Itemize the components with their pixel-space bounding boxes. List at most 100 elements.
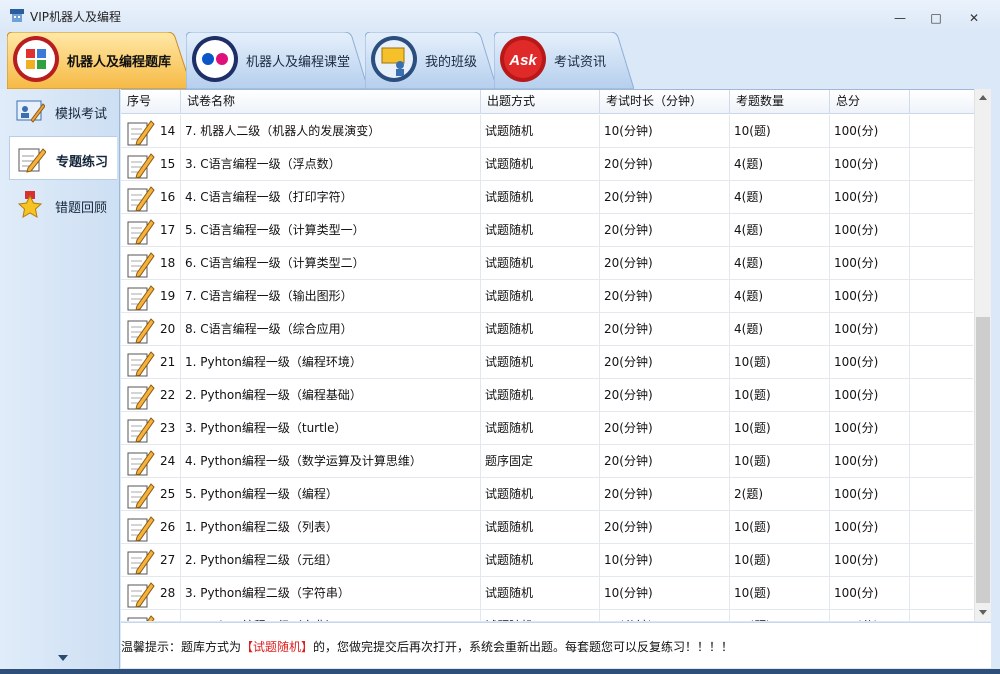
practice-pencil-icon[interactable] bbox=[125, 546, 155, 576]
scroll-up-arrow-icon[interactable] bbox=[979, 95, 987, 100]
cell-duration: 20(分钟) bbox=[600, 280, 730, 313]
seq-number: 17 bbox=[160, 223, 176, 237]
column-header-name[interactable]: 试卷名称 bbox=[181, 90, 481, 114]
cell-count: 4(题) bbox=[730, 148, 830, 181]
cell-seq: 18 bbox=[121, 247, 181, 280]
tip-bar: 温馨提示：题库方式为【试题随机】的，您做完提交后再次打开，系统会重新出题。每套题… bbox=[121, 622, 991, 668]
cell-score: 100(分) bbox=[830, 445, 910, 478]
table-row[interactable]: 27 2. Python编程二级（元组） 试题随机 10(分钟) 10(题) 100(分) bbox=[121, 544, 973, 577]
sidebar-item-label: 模拟考试 bbox=[55, 107, 108, 122]
tab-my-class[interactable]: 我的班级 bbox=[365, 32, 497, 89]
seq-number: 27 bbox=[160, 553, 176, 567]
table-row[interactable]: 24 4. Python编程一级（数学运算及计算思维） 题序固定 20(分钟) 10(题… bbox=[121, 445, 973, 478]
cell-count: 10(题) bbox=[730, 511, 830, 544]
cell-mode: 题序固定 bbox=[481, 445, 600, 478]
cell-seq: 20 bbox=[121, 313, 181, 346]
cell-mode: 试题随机 bbox=[481, 181, 600, 214]
practice-pencil-icon[interactable] bbox=[125, 513, 155, 543]
column-header-duration[interactable]: 考试时长（分钟） bbox=[600, 90, 730, 114]
cell-score: 100(分) bbox=[830, 214, 910, 247]
column-header-seq[interactable]: 序号 bbox=[121, 90, 181, 114]
table-row[interactable]: 14 7. 机器人二级（机器人的发展演变） 试题随机 10(分钟) 10(题) 100(分… bbox=[121, 115, 973, 148]
cell-name: 7. 机器人二级（机器人的发展演变） bbox=[181, 115, 481, 148]
sidebar-item-wrong-review[interactable]: 错题回顾 bbox=[9, 183, 117, 227]
cell-duration: 20(分钟) bbox=[600, 148, 730, 181]
cell-mode: 试题随机 bbox=[481, 610, 600, 621]
flickr-dots-icon bbox=[192, 36, 238, 82]
cell-mode: 试题随机 bbox=[481, 346, 600, 379]
scroll-down-arrow-icon[interactable] bbox=[979, 610, 987, 615]
pencil-note-icon bbox=[18, 148, 46, 173]
cell-duration: 20(分钟) bbox=[600, 313, 730, 346]
maximize-button[interactable]: □ bbox=[928, 10, 944, 26]
cell-mode: 试题随机 bbox=[481, 544, 600, 577]
cell-seq: 27 bbox=[121, 544, 181, 577]
cell-name: 1. Pyhton编程一级（编程环境） bbox=[181, 346, 481, 379]
vertical-scrollbar[interactable] bbox=[974, 89, 991, 621]
table-row[interactable]: 29 4. Python编程二级（字典）试题随机10(分钟)10(题)100(分) bbox=[121, 610, 973, 621]
cell-seq: 22 bbox=[121, 379, 181, 412]
practice-pencil-icon[interactable] bbox=[125, 315, 155, 345]
cell-name: 5. Python编程一级（编程） bbox=[181, 478, 481, 511]
table-row[interactable]: 15 3. C语言编程一级（浮点数） 试题随机 20(分钟) 4(题) 100(分) bbox=[121, 148, 973, 181]
sidebar-item-mock-exam[interactable]: 模拟考试 bbox=[9, 89, 117, 133]
practice-pencil-icon[interactable] bbox=[125, 183, 155, 213]
column-header-score[interactable]: 总分 bbox=[830, 90, 910, 114]
practice-pencil-icon[interactable] bbox=[125, 216, 155, 246]
cell-count: 4(题) bbox=[730, 247, 830, 280]
practice-pencil-icon[interactable] bbox=[125, 447, 155, 477]
cell-count: 4(题) bbox=[730, 214, 830, 247]
practice-pencil-icon[interactable] bbox=[125, 579, 155, 609]
table-row[interactable]: 22 2. Python编程一级（编程基础） 试题随机 20(分钟) 10(题) 100(… bbox=[121, 379, 973, 412]
column-header-count[interactable]: 考题数量 bbox=[730, 90, 830, 114]
cell-name: 3. Python编程二级（字符串） bbox=[181, 577, 481, 610]
practice-pencil-icon[interactable] bbox=[125, 348, 155, 378]
table-row[interactable]: 19 7. C语言编程一级（输出图形） 试题随机 20(分钟) 4(题) 100(分) bbox=[121, 280, 973, 313]
tab-label: 机器人及编程题库 bbox=[67, 55, 172, 70]
table-row[interactable]: 28 3. Python编程二级（字符串） 试题随机 10(分钟) 10(题) 100(分… bbox=[121, 577, 973, 610]
sidebar-item-topic-practice[interactable]: 专题练习 bbox=[9, 136, 117, 180]
scrollbar-thumb[interactable] bbox=[976, 317, 990, 603]
table-row[interactable]: 16 4. C语言编程一级（打印字符） 试题随机 20(分钟) 4(题) 100(分) bbox=[121, 181, 973, 214]
practice-pencil-icon[interactable] bbox=[125, 612, 155, 621]
minimize-button[interactable]: — bbox=[892, 10, 908, 26]
cell-duration: 20(分钟) bbox=[600, 214, 730, 247]
seq-number: 14 bbox=[160, 124, 176, 138]
practice-pencil-icon[interactable] bbox=[125, 381, 155, 411]
table-row[interactable]: 25 5. Python编程一级（编程） 试题随机 20(分钟) 2(题) 100(分) bbox=[121, 478, 973, 511]
table-row[interactable]: 23 3. Python编程一级（turtle） 试题随机 20(分钟) 10(题) 10… bbox=[121, 412, 973, 445]
cell-seq: 29 bbox=[121, 610, 181, 621]
tab-classroom[interactable]: 机器人及编程课堂 bbox=[186, 32, 368, 89]
practice-pencil-icon[interactable] bbox=[125, 282, 155, 312]
cell-count: 10(题) bbox=[730, 445, 830, 478]
table-row[interactable]: 17 5. C语言编程一级（计算类型一） 试题随机 20(分钟) 4(题) 100(分) bbox=[121, 214, 973, 247]
cell-duration: 20(分钟) bbox=[600, 445, 730, 478]
practice-pencil-icon[interactable] bbox=[125, 249, 155, 279]
practice-pencil-icon[interactable] bbox=[125, 150, 155, 180]
table-row[interactable]: 26 1. Python编程二级（列表） 试题随机 20(分钟) 10(题) 100(分) bbox=[121, 511, 973, 544]
cell-count: 10(题) bbox=[730, 610, 830, 621]
tab-question-bank[interactable]: 机器人及编程题库 bbox=[7, 32, 192, 89]
cell-seq: 21 bbox=[121, 346, 181, 379]
cell-duration: 20(分钟) bbox=[600, 181, 730, 214]
scroll-down-arrow-icon[interactable] bbox=[58, 655, 68, 661]
cell-mode: 试题随机 bbox=[481, 313, 600, 346]
cell-score: 100(分) bbox=[830, 148, 910, 181]
table-row[interactable]: 18 6. C语言编程一级（计算类型二） 试题随机 20(分钟) 4(题) 100(分) bbox=[121, 247, 973, 280]
cell-mode: 试题随机 bbox=[481, 148, 600, 181]
svg-text:Ask: Ask bbox=[508, 52, 537, 69]
tab-exam-news[interactable]: Ask 考试资讯 bbox=[494, 32, 634, 89]
cell-score: 100(分) bbox=[830, 412, 910, 445]
practice-pencil-icon[interactable] bbox=[125, 117, 155, 147]
cell-score: 100(分) bbox=[830, 511, 910, 544]
practice-pencil-icon[interactable] bbox=[125, 414, 155, 444]
close-button[interactable]: ✕ bbox=[966, 10, 982, 26]
cell-mode: 试题随机 bbox=[481, 577, 600, 610]
table-row[interactable]: 21 1. Pyhton编程一级（编程环境） 试题随机 20(分钟) 10(题) 100(… bbox=[121, 346, 973, 379]
cell-mode: 试题随机 bbox=[481, 115, 600, 148]
cell-duration: 20(分钟) bbox=[600, 247, 730, 280]
cell-seq: 15 bbox=[121, 148, 181, 181]
practice-pencil-icon[interactable] bbox=[125, 480, 155, 510]
column-header-mode[interactable]: 出题方式 bbox=[481, 90, 600, 114]
table-row[interactable]: 20 8. C语言编程一级（综合应用） 试题随机 20(分钟) 4(题) 100(分) bbox=[121, 313, 973, 346]
